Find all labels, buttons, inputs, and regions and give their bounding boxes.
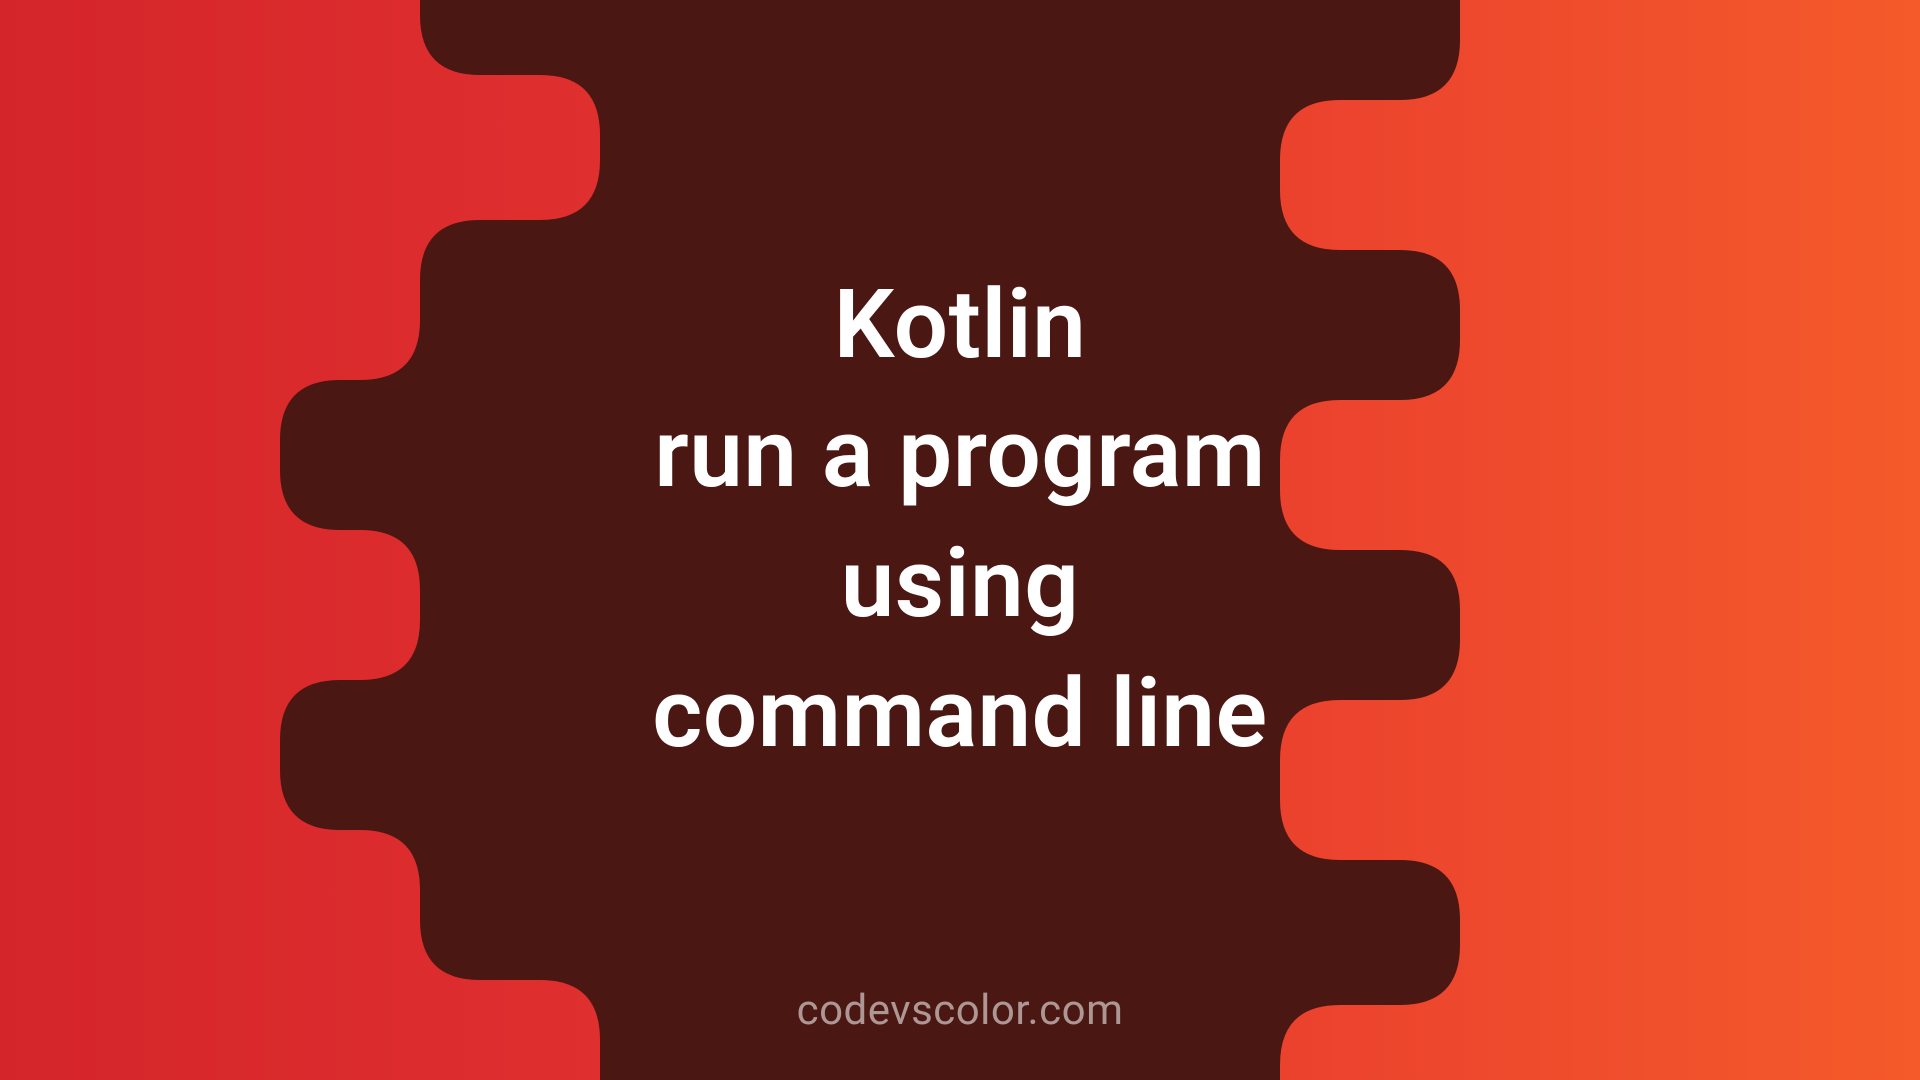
main-title: Kotlin run a program using command line xyxy=(652,261,1267,779)
watermark-text: codevscolor.com xyxy=(797,986,1124,1035)
title-line-3: using xyxy=(652,520,1267,650)
title-line-2: run a program xyxy=(652,390,1267,520)
title-line-4: command line xyxy=(652,650,1267,780)
content-area: Kotlin run a program using command line xyxy=(0,0,1920,1080)
title-line-1: Kotlin xyxy=(652,261,1267,391)
